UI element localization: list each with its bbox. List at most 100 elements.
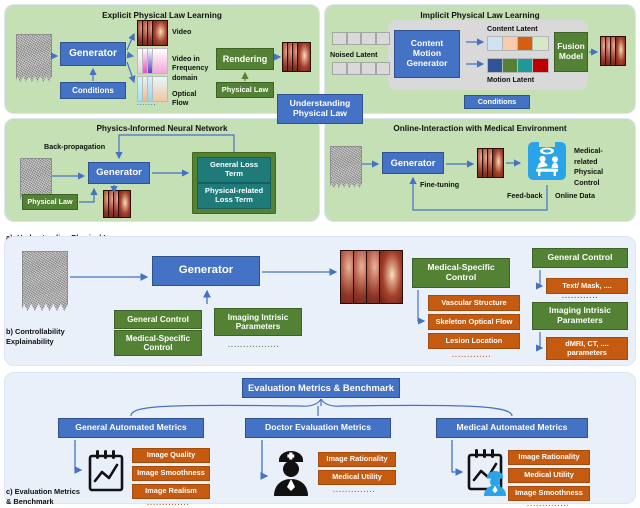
general-automated-metrics-label: General Automated Metrics: [75, 422, 187, 433]
rendering-box[interactable]: Rendering: [216, 48, 274, 70]
section-b-label: b) Controllability Explainability: [6, 318, 65, 346]
fusion-model-label: Fusion Model: [557, 41, 585, 61]
pinn-physical-law-box[interactable]: Physical Law: [22, 194, 78, 210]
explicit-generator-label: Generator: [69, 48, 117, 60]
evaluation-root-box[interactable]: Evaluation Metrics & Benchmark: [242, 378, 400, 398]
general-loss-term-box[interactable]: General Loss Term: [197, 157, 271, 183]
content-motion-generator-box[interactable]: Content Motion Generator: [394, 30, 460, 78]
medical-physical-control-text: Medical- related Physical Control: [574, 146, 604, 187]
feed-back-label: Feed-back: [507, 191, 543, 200]
image-smoothness-box-general[interactable]: Image Smoothness: [132, 466, 210, 481]
lesion-location-box[interactable]: Lesion Location: [428, 333, 520, 349]
lesion-location-label: Lesion Location: [445, 335, 503, 345]
content-latent-label: Content Latent: [487, 24, 538, 33]
image-quality-box[interactable]: Image Quality: [132, 448, 210, 463]
explicit-physical-law-box[interactable]: Physical Law: [216, 82, 274, 98]
online-title: Online-Interaction with Medical Environm…: [393, 124, 567, 133]
fine-tuning-label: Fine-tuning: [420, 180, 460, 189]
pinn-title: Physics-Informed Neural Network: [96, 124, 228, 133]
general-control-box-right[interactable]: General Control: [532, 248, 628, 268]
medical-specific-control-box[interactable]: Medical-Specific Control: [412, 258, 510, 288]
controllability-generator-box[interactable]: Generator: [152, 256, 260, 286]
physical-related-loss-term-box[interactable]: Physical-related Loss Term: [197, 183, 271, 209]
online-data-label: Online Data: [555, 191, 595, 200]
noise-frame-stack-explicit: [16, 34, 52, 82]
vascular-structure-label: Vascular Structure: [441, 297, 507, 307]
pinn-generator-box[interactable]: Generator: [88, 162, 150, 184]
evaluation-root-label: Evaluation Metrics & Benchmark: [248, 381, 394, 393]
dmri-ct-parameters-box[interactable]: dMRI, CT, .... parameters: [546, 337, 628, 360]
text-mask-label: Text/ Mask, ....: [562, 280, 612, 290]
image-rationality-doctor-label: Image Rationality: [326, 454, 388, 464]
vascular-structure-box[interactable]: Vascular Structure: [428, 295, 520, 311]
physical-related-loss-term-label: Physical-related Loss Term: [204, 186, 264, 204]
content-motion-generator-label: Content Motion Generator: [406, 38, 448, 68]
noise-frame-stack-b: [22, 251, 68, 311]
fusion-model-box[interactable]: Fusion Model: [554, 32, 588, 72]
medical-specific-control-label: Medical-Specific Control: [427, 262, 495, 282]
explicit-physical-law-label: Physical Law: [221, 84, 269, 94]
explicit-generator-box[interactable]: Generator: [60, 42, 126, 66]
doctor-metrics-ellipsis: ..............: [333, 487, 376, 494]
medical-automated-metrics-box[interactable]: Medical Automated Metrics: [436, 418, 588, 438]
image-rationality-box-medical[interactable]: Image Rationality: [508, 450, 590, 465]
controllability-generator-label: Generator: [178, 264, 234, 277]
back-propagation-label: Back-propagation: [44, 142, 106, 151]
optical-flow-label-text: Optical Flow: [172, 89, 197, 108]
medical-specific-control-box-left[interactable]: Medical-Specific Control: [114, 330, 202, 356]
understanding-physical-law-badge: Understanding Physical Law: [277, 94, 363, 124]
text-mask-box[interactable]: Text/ Mask, ....: [546, 278, 628, 294]
image-quality-label: Image Quality: [146, 450, 196, 460]
doctor-evaluation-metrics-box[interactable]: Doctor Evaluation Metrics: [245, 418, 391, 438]
imaging-intrinsic-parameters-box-right[interactable]: Imaging Intrisic Parameters: [532, 302, 628, 330]
chart-clipboard-icon: [84, 448, 128, 494]
image-smoothness-box-medical[interactable]: Image Smoothness: [508, 486, 590, 501]
pinn-generator-label: Generator: [96, 167, 142, 179]
image-smoothness-general-label: Image Smoothness: [137, 468, 205, 478]
medical-utility-box-medical[interactable]: Medical Utility: [508, 468, 590, 483]
image-rationality-medical-label: Image Rationality: [518, 452, 580, 462]
imaging-intrinsic-parameters-box-left[interactable]: Imaging Intrisic Parameters: [214, 308, 302, 336]
image-realism-box[interactable]: Image Realism: [132, 484, 210, 499]
image-rationality-box-doctor[interactable]: Image Rationality: [318, 452, 396, 467]
output-label-video: Video: [172, 27, 216, 36]
output-label-optical-flow: Optical Flow: [172, 80, 216, 108]
medical-physical-control-label: Medical- related Physical Control: [574, 136, 632, 188]
section-b-right-ellipsis: ............: [562, 293, 599, 300]
medical-specific-ellipsis: .............: [452, 352, 492, 359]
explicit-ellipsis: .......: [137, 101, 157, 107]
pinn-physical-law-label: Physical Law: [27, 196, 73, 206]
section-c-label: c) Evaluation Metrics & Benchmark: [6, 478, 80, 506]
online-generator-box[interactable]: Generator: [382, 152, 444, 174]
noised-latent-row-bottom: [332, 62, 391, 75]
implicit-conditions-box[interactable]: Conditions: [464, 95, 530, 109]
explicit-title: Explicit Physical Law Learning: [102, 11, 222, 20]
general-automated-metrics-box[interactable]: General Automated Metrics: [58, 418, 204, 438]
noised-latent-label: Noised Latent: [330, 50, 378, 59]
noise-frame-stack-online: [330, 146, 362, 188]
implicit-conditions-label: Conditions: [477, 96, 517, 106]
frequency-label-text: Video in Frequency domain: [172, 54, 209, 82]
understanding-physical-law-label: Understanding Physical Law: [289, 98, 351, 118]
explicit-conditions-label: Conditions: [72, 85, 114, 95]
general-control-left-label: General Control: [127, 314, 189, 324]
general-control-box-left[interactable]: General Control: [114, 310, 202, 329]
noised-latent-row-top: [332, 32, 391, 45]
doctor-icon: [270, 448, 312, 496]
section-b-label-text: b) Controllability Explainability: [6, 327, 65, 346]
medical-utility-box-doctor[interactable]: Medical Utility: [318, 470, 396, 485]
explicit-conditions-box[interactable]: Conditions: [60, 82, 126, 99]
medical-metrics-ellipsis: ..............: [527, 501, 570, 508]
motion-latent-label: Motion Latent: [487, 75, 535, 84]
skeleton-optical-flow-box[interactable]: Skeleton Optical Flow: [428, 314, 520, 330]
online-generator-label: Generator: [390, 156, 436, 168]
medical-utility-doctor-label: Medical Utility: [332, 472, 382, 482]
skeleton-optical-flow-label: Skeleton Optical Flow: [435, 316, 513, 326]
image-smoothness-medical-label: Image Smoothness: [515, 488, 583, 498]
section-c-label-text: c) Evaluation Metrics & Benchmark: [6, 487, 80, 506]
video-label-text: Video: [172, 27, 192, 36]
imaging-intrinsic-right-label: Imaging Intrisic Parameters: [549, 305, 611, 325]
general-control-right-label: General Control: [547, 252, 613, 263]
output-label-frequency: Video in Frequency domain: [172, 45, 218, 82]
medical-automated-metrics-label: Medical Automated Metrics: [456, 422, 568, 433]
